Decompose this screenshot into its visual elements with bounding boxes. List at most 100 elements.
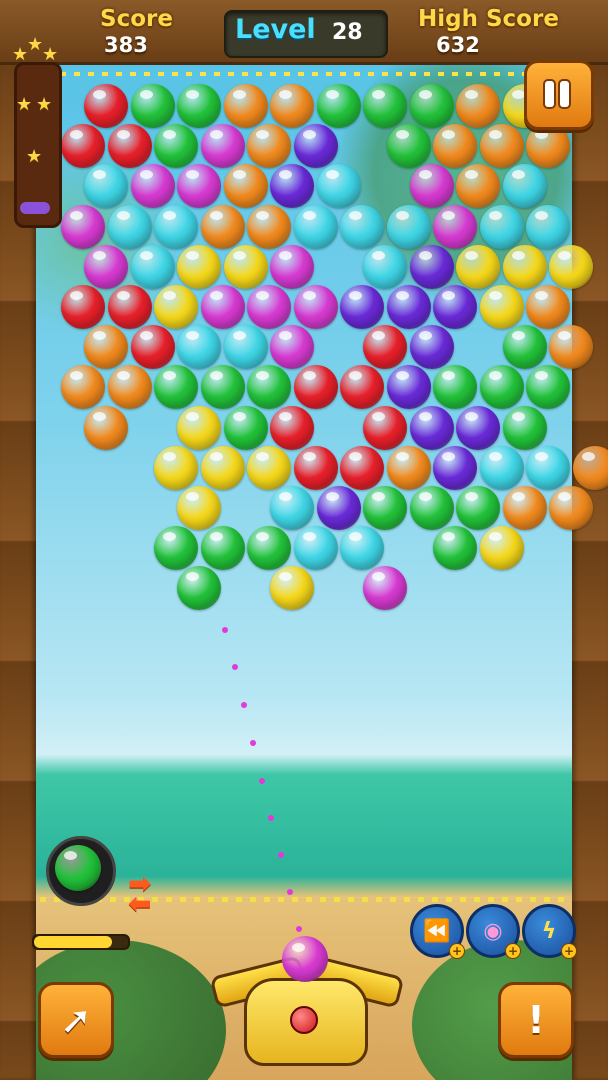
bubble-cyan <box>363 244 407 289</box>
bubble-red <box>340 445 384 490</box>
exclamation-icon: ! <box>527 998 545 1042</box>
next-ball[interactable] <box>55 845 101 891</box>
bubble-red <box>293 445 338 490</box>
bubble-purple <box>340 285 384 329</box>
bubble-orange <box>223 84 268 128</box>
bubble-yellow <box>177 486 221 530</box>
score-label: Score <box>100 6 173 32</box>
bubble-cyan <box>223 325 268 370</box>
cannon-gem <box>290 1006 318 1034</box>
bubble-yellow <box>223 244 268 289</box>
bubble-magenta <box>270 244 314 289</box>
bubble-green <box>363 84 407 128</box>
aim-dot <box>232 664 238 670</box>
share-button[interactable]: ➚ <box>38 982 114 1058</box>
bubble-cyan <box>107 204 152 249</box>
bubble-green <box>433 526 477 571</box>
star-icon: ★ <box>36 94 53 115</box>
bubble-green <box>316 84 361 128</box>
star-icon: ★ <box>12 44 29 65</box>
bubble-cyan <box>340 204 384 249</box>
bubble-purple <box>433 445 477 490</box>
bubble-green <box>200 526 245 571</box>
bubble-cyan <box>316 164 361 209</box>
bomb-icon: ◉ <box>483 918 503 944</box>
bubble-magenta <box>409 164 454 209</box>
bubble-yellow <box>479 526 524 571</box>
star-icon: ★ <box>42 44 59 65</box>
bubble-cyan <box>386 204 431 249</box>
aim-dot <box>278 852 284 858</box>
level-label: Level <box>235 14 316 45</box>
bubble-purple <box>316 486 361 530</box>
bubble-yellow <box>479 285 524 329</box>
bubble-green <box>247 526 291 571</box>
bubble-cyan <box>479 445 524 490</box>
bubble-orange <box>84 325 128 370</box>
bubble-green <box>409 486 454 530</box>
bubble-red <box>363 405 407 450</box>
bubble-green <box>200 365 245 410</box>
aim-dot <box>241 702 247 708</box>
aim-dot <box>296 926 302 932</box>
bomb-booster-button[interactable]: ◉ + <box>466 904 521 959</box>
bubble-green <box>363 486 407 530</box>
bubble-green <box>154 526 198 571</box>
bubble-orange <box>270 84 314 128</box>
lightning-booster-button[interactable]: ϟ + <box>522 904 577 959</box>
bubble-red <box>84 84 128 128</box>
bubble-purple <box>409 244 454 289</box>
pause-icon <box>545 81 554 107</box>
aim-dot <box>259 778 265 784</box>
bubble-red <box>270 405 314 450</box>
bubble-magenta <box>270 325 314 370</box>
ceiling-line <box>60 72 530 76</box>
bubble-red <box>61 285 105 329</box>
bubble-yellow <box>200 445 245 490</box>
bubble-yellow <box>177 244 221 289</box>
aim-dot <box>268 815 274 821</box>
danger-line <box>40 897 570 902</box>
bubble-purple <box>293 124 338 169</box>
bubble-purple <box>456 405 500 450</box>
bubble-purple <box>386 285 431 329</box>
bubble-cyan <box>293 526 338 571</box>
bubble-orange <box>526 124 570 169</box>
high-score-value: 632 <box>436 33 480 57</box>
bubble-cyan <box>154 204 198 249</box>
plus-icon: + <box>449 943 465 959</box>
pause-button[interactable] <box>524 60 594 130</box>
star-progress-fill <box>20 202 50 214</box>
bubble-orange <box>549 486 593 530</box>
arrow-up-right-icon: ➚ <box>60 998 92 1042</box>
game-screen: Score 383 Level 28 High Score 632 ★ ★ ★ … <box>0 0 608 1080</box>
bubble-magenta <box>130 164 175 209</box>
bubble-purple <box>409 405 454 450</box>
level-value: 28 <box>332 20 363 45</box>
swap-arrows-icon[interactable]: ➡ ⬅ <box>128 870 151 918</box>
bubble-orange <box>107 365 152 410</box>
star-icon: ★ <box>27 34 44 55</box>
bubble-orange <box>200 204 245 249</box>
bubble-yellow <box>154 445 198 490</box>
lightning-icon: ϟ <box>541 918 557 944</box>
bubble-green <box>154 124 198 169</box>
bubble-green <box>386 124 431 169</box>
rewind-booster-button[interactable]: ⏪ + <box>410 904 465 959</box>
current-ball[interactable] <box>282 936 328 982</box>
bubble-orange <box>479 124 524 169</box>
star-icon: ★ <box>26 146 43 167</box>
bubble-green <box>479 365 524 410</box>
bubble-cyan <box>479 204 524 249</box>
bubble-cyan <box>502 164 547 209</box>
bubble-yellow <box>177 405 221 450</box>
bubble-orange <box>526 285 570 329</box>
bubble-red <box>107 285 152 329</box>
bubble-orange <box>84 405 128 450</box>
pause-icon <box>560 81 569 107</box>
bubble-orange <box>223 164 268 209</box>
bubble-red <box>363 325 407 370</box>
hint-button[interactable]: ! <box>498 982 574 1058</box>
bubble-cyan <box>526 445 570 490</box>
aim-dot <box>250 740 256 746</box>
